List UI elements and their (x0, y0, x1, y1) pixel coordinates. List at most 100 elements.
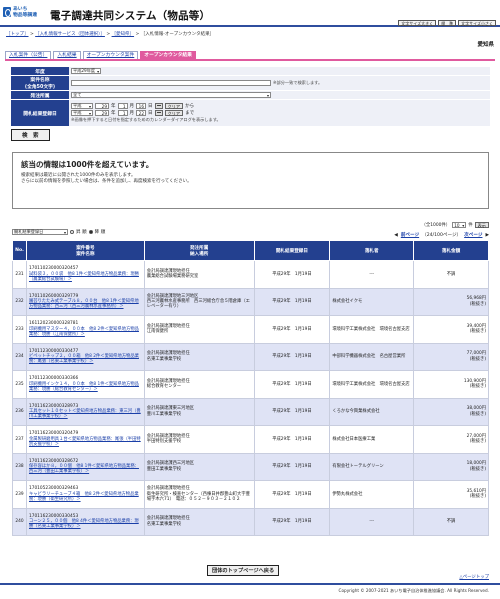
row-place: 豊田工業事業学校 (146, 466, 182, 472)
font-smaller-button[interactable]: 文字サイズ小さく (458, 20, 496, 26)
breadcrumb-org-select[interactable]: ［入札情報サービス（団体選択）］ (35, 32, 105, 37)
row-bidder: 株式会社日本医療工業 (329, 425, 415, 454)
footer-divider (0, 583, 500, 585)
tab-open-counter-cases[interactable]: オープンカウンタ案件 (82, 51, 139, 59)
row-case-name-link[interactable]: コーン２５，００個 他8 4件＜愛知県地方物品業務：現勝（名東工業事業学校）＞ (29, 519, 139, 529)
row-amount: 不調 (446, 519, 456, 525)
to-calendar-icon[interactable] (154, 110, 163, 116)
row-no: 239 (12, 480, 27, 509)
tab-bar: 入札案件（公告） 入札結果 オープンカウンタ案件 オープンカウンタ結果 (5, 51, 196, 59)
row-no: 231 (12, 260, 27, 289)
tab-open-counter-results[interactable]: オープンカウンタ結果 (140, 51, 196, 59)
row-case-name-link[interactable]: 保存容ほか８，００個 他8 1件＜愛知県地方物品業務：西三河（豊田工業事業学校）… (29, 464, 139, 474)
search-button[interactable]: 検 索 (11, 129, 50, 141)
prev-page-link[interactable]: 前ページ (401, 233, 419, 238)
row-place: 豊川工業事業学校 (146, 411, 182, 417)
from-clear-button[interactable]: クリア (164, 103, 184, 109)
case-name-label-sub: (全角50文字) (24, 85, 56, 90)
table-row: 234 170112300000330477 ビペットチップ２，００箱 他8 2件＜… (12, 342, 489, 371)
font-larger-button[interactable]: 文字サイズ大きく (398, 20, 437, 26)
row-tax-note: (税抜き) (469, 329, 486, 335)
row-bidder: 有限会社トーテルグリーン (329, 452, 415, 481)
year-select[interactable]: 平成29年度 (71, 68, 102, 74)
row-case-name-link[interactable]: キャビラリーチューブ４箱 他8 2件＜愛知県地方物品業務：現勝（衛生研究所）＞ (29, 492, 139, 502)
row-org-cell: 会計局調達課西三河地区 豊田工業事業学校 (143, 452, 255, 481)
row-case-cell: 170116230000328973 工具セット１０セット＜愛知県地方物品業務：東… (25, 397, 145, 426)
row-org-cell: 会計局調達課現地担任 名東工業事業学校 (143, 342, 255, 371)
row-case-name-link[interactable]: ビペットチップ２，００箱 他8 2件＜愛知県地方物品業務：尾張（名東工業事業学校… (29, 354, 139, 364)
per-page-apply-button[interactable]: 表示 (474, 222, 489, 228)
row-date: 平成29年 1月19日 (253, 507, 331, 536)
row-case-name-link[interactable]: 試料袋３，００袋 他8 1件＜愛知県地方物品業務：現勝（農業総合試験場）＞ (29, 272, 139, 282)
row-no: 235 (12, 370, 27, 399)
org-select[interactable]: 全て (71, 92, 271, 98)
tab-bid-results[interactable]: 入札結果 (53, 51, 81, 59)
row-case-cell: 170112300000330366 印刷機用インク１４，００本 他8 1件＜愛知… (25, 370, 145, 399)
sort-field-value: 開札結果登録日 (14, 229, 44, 234)
logo[interactable]: あいち 物品等調達 (13, 7, 47, 18)
to-day-input[interactable]: 22 (136, 110, 146, 116)
breadcrumb-sep: > (29, 32, 34, 37)
message-title: 該当の情報は1000件を超えています。 (21, 160, 154, 169)
row-case-name-link[interactable]: 印刷機用マスター４，００本 他8 2件＜愛知県地方物品業務：現勝（江南保健所）＞ (29, 327, 139, 337)
col-case: 案件番号 案件名称 (25, 240, 145, 261)
row-case-name-link[interactable]: 工具セット１０セット＜愛知県地方物品業務：東三河（豊川工業事業学校）＞ (29, 409, 141, 419)
to-clear-button[interactable]: クリア (164, 110, 184, 116)
page-top-link[interactable]: △ページトップ (459, 574, 489, 580)
row-org-cell: 会計局調達課現地三河地区 西三河農林水産事務所 西三河総合庁舎５階倉庫（エレベータ… (143, 287, 255, 316)
row-no: 233 (12, 315, 27, 344)
col-org: 発注所属 納入場所 (143, 240, 255, 261)
row-tax-note: (税抜き) (469, 356, 486, 362)
row-no: 238 (12, 452, 27, 481)
font-standard-button[interactable]: 標 準 (438, 20, 457, 26)
row-amount-cell: 不調 (413, 507, 489, 536)
row-org-cell: 会計局調達課東三河地区 豊川工業事業学校 (143, 397, 255, 426)
row-amount-cell: 130,900円 (税抜き) (413, 370, 489, 399)
table-row: 238 170116230000328672 保存容ほか８，００個 他8 1件＜愛知… (12, 452, 489, 481)
row-org-cell: 会計局調達課現地担任 農業総合試験場業務研究室 (143, 260, 255, 289)
from-year-input[interactable]: 29 (95, 103, 109, 109)
sort-desc-radio[interactable] (88, 230, 93, 234)
table-row: 236 170116230000328973 工具セット１０セット＜愛知県地方物品業… (12, 397, 489, 426)
row-amount-cell: 27,000円 (税抜き) (413, 425, 489, 454)
per-page-select[interactable]: 10 (452, 222, 467, 228)
sort-field-select[interactable]: 開札結果登録日 (12, 229, 68, 235)
row-amount-cell: 39,400円 (税抜き) (413, 315, 489, 344)
breadcrumb-aichi[interactable]: ［愛知県］ (112, 32, 135, 37)
table-header-row: No. 案件番号 案件名称 発注所属 納入場所 開札結果登録日 落札者 落札金額 (12, 240, 489, 261)
breadcrumb-top[interactable]: ［トップ］ (6, 32, 29, 37)
case-name-input[interactable] (71, 80, 271, 86)
to-era-select[interactable]: 平成 (71, 110, 93, 116)
col-amount: 落札金額 (413, 240, 489, 261)
row-case-name-link[interactable]: 金属製研磨用具１台＜愛知県地方物品業務：尾張（半田特別支援学校）＞ (29, 437, 141, 447)
from-day-input[interactable]: 16 (136, 103, 146, 109)
to-year-input[interactable]: 29 (95, 110, 109, 116)
sort-asc-radio[interactable] (70, 230, 74, 234)
next-page-link[interactable]: 次ページ (464, 233, 482, 238)
to-month-input[interactable]: 1 (117, 110, 128, 116)
prev-arrow-icon: ◀ (394, 232, 398, 238)
table-row: 240 170116230000330453 コーン２５，００個 他8 4件＜愛知県… (12, 507, 489, 536)
back-to-org-top-button[interactable]: 団体のトップページへ戻る (207, 565, 280, 576)
search-panel: 年度 平成29年度 案件名称 (全角50文字) ※部分一致で検索します。 発注所… (11, 67, 490, 141)
row-tax-note: (税抜き) (469, 411, 486, 417)
from-calendar-icon[interactable] (154, 103, 163, 109)
table-row: 231 170110230000320457 試料袋３，００袋 他8 1件＜愛知県地… (12, 260, 489, 289)
row-org-cell: 会計局調達課現地担任 総合教育センター (143, 370, 255, 399)
tab-bid-notices[interactable]: 入札案件（公告） (5, 51, 52, 59)
from-month-input[interactable]: 1 (117, 103, 128, 109)
pager: ◀ 前ページ （24/100ページ） 次ページ ▶ (394, 232, 489, 239)
results-table: No. 案件番号 案件名称 発注所属 納入場所 開札結果登録日 落札者 落札金額… (12, 240, 489, 536)
case-name-label: 案件名称 (全角50文字) (11, 76, 69, 90)
row-org-cell: 会計局調達課現地担任 江南保健所 (143, 315, 255, 344)
row-tax-note: (税抜き) (469, 301, 486, 307)
row-amount-cell: 不調 (413, 260, 489, 289)
from-era-value: 平成 (73, 103, 82, 108)
table-row: 239 170105230000329463 キャビラリーチューブ４箱 他8 2件＜… (12, 480, 489, 509)
row-case-name-link[interactable]: 印刷機用インク１４，００本 他8 1件＜愛知県地方物品業務：現勝（総合教育センタ… (29, 382, 139, 392)
row-place: 名東工業事業学校 (146, 521, 182, 527)
breadcrumb: ［トップ］ > ［入札情報サービス（団体選択）］ > ［愛知県］ > ［入札情報… (6, 31, 214, 37)
row-case-name-link[interactable]: 園芸りたたみ式テーブル８，００台 他8 1件＜愛知県地方物品業務：西三河（西三河… (29, 299, 139, 309)
from-era-select[interactable]: 平成 (71, 103, 93, 109)
row-tax-note: (税抜き) (469, 439, 486, 445)
